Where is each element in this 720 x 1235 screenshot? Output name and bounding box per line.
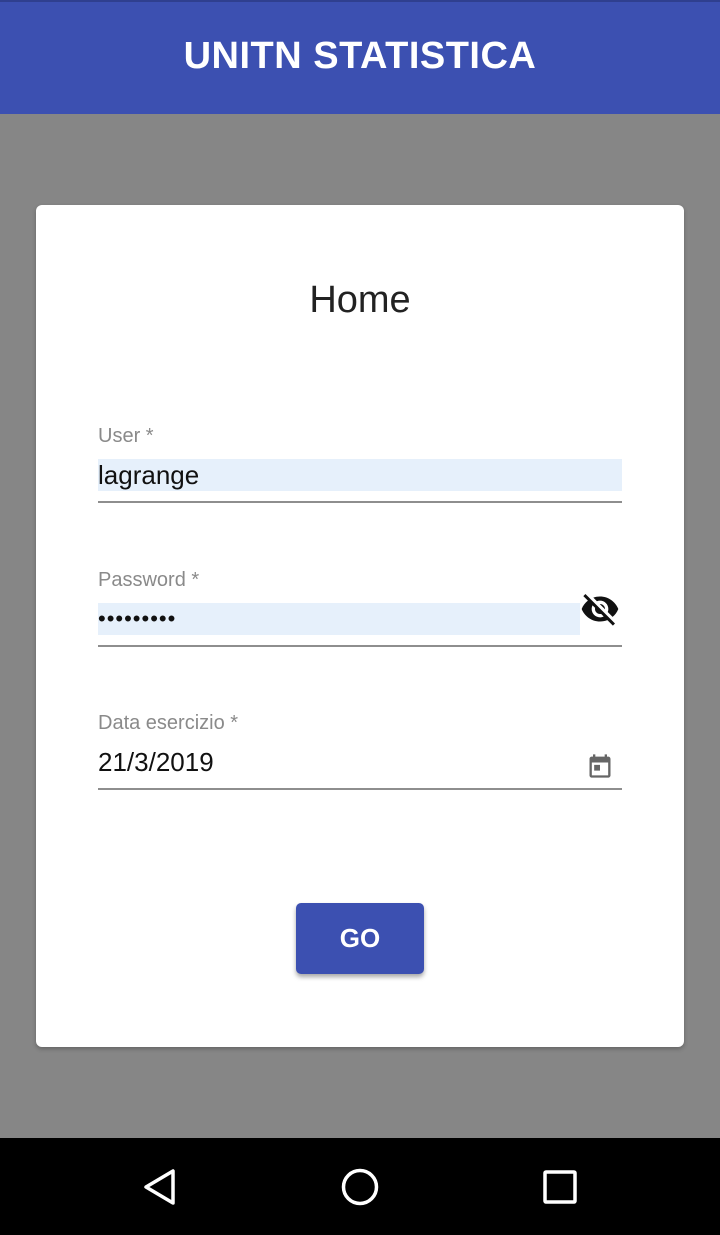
password-field[interactable]: Password * ••••••••• [98, 569, 622, 649]
home-circle-icon[interactable] [335, 1162, 385, 1212]
date-field[interactable]: Data esercizio * 21/3/2019 [98, 712, 622, 792]
login-card: Home User * lagrange Password * ••••••••… [36, 205, 684, 1047]
user-field[interactable]: User * lagrange [98, 425, 622, 505]
password-underline [98, 645, 622, 647]
password-label: Password * [98, 569, 200, 591]
visibility-off-icon[interactable] [578, 587, 622, 631]
recents-square-icon[interactable] [535, 1162, 585, 1212]
go-button[interactable]: GO [296, 903, 424, 974]
page-title: Home [309, 279, 411, 321]
date-input[interactable]: 21/3/2019 [98, 746, 568, 778]
system-nav-bar [0, 1138, 720, 1235]
date-label: Data esercizio * [98, 712, 239, 734]
user-label: User * [98, 425, 154, 447]
password-input[interactable]: ••••••••• [98, 603, 580, 635]
calendar-icon[interactable] [578, 744, 622, 788]
app-bar: UNITN STATISTICA [0, 0, 720, 114]
user-input[interactable]: lagrange [98, 459, 622, 491]
app-title: UNITN STATISTICA [183, 34, 537, 77]
user-underline [98, 501, 622, 503]
back-triangle-icon[interactable] [135, 1162, 185, 1212]
date-underline [98, 788, 622, 790]
